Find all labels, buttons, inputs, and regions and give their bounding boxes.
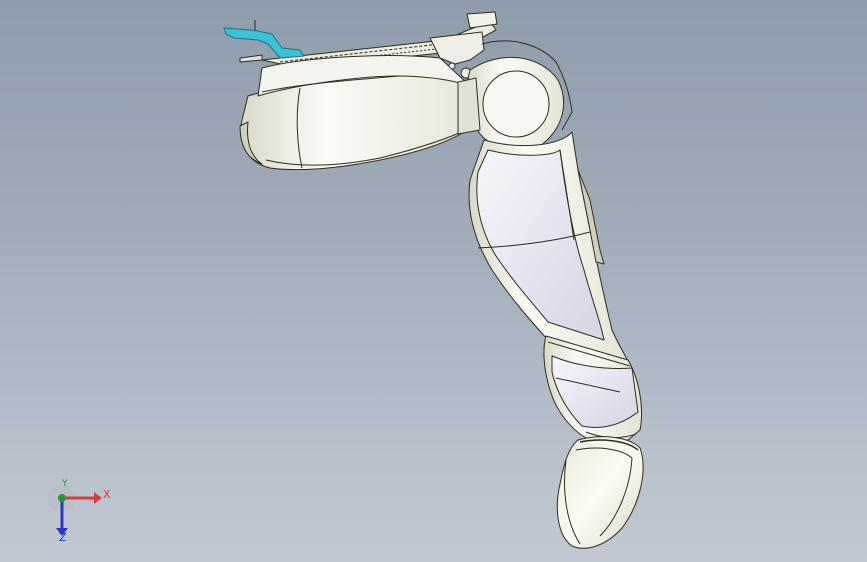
x-axis-label: X <box>103 488 111 501</box>
cad-viewport[interactable]: X Y Z <box>0 0 867 562</box>
cyan-bracket[interactable] <box>223 27 305 59</box>
y-axis-label: Y <box>62 479 68 489</box>
fingertip[interactable] <box>556 436 644 549</box>
axis-triad: X Y Z <box>40 478 120 548</box>
middle-phalanx[interactable] <box>543 335 642 441</box>
finger-assembly-model[interactable] <box>0 0 867 562</box>
z-axis-label: Z <box>59 531 67 544</box>
y-axis-dot <box>58 494 66 502</box>
knuckle-joint[interactable] <box>457 40 573 152</box>
proximal-phalanx[interactable] <box>468 131 629 363</box>
